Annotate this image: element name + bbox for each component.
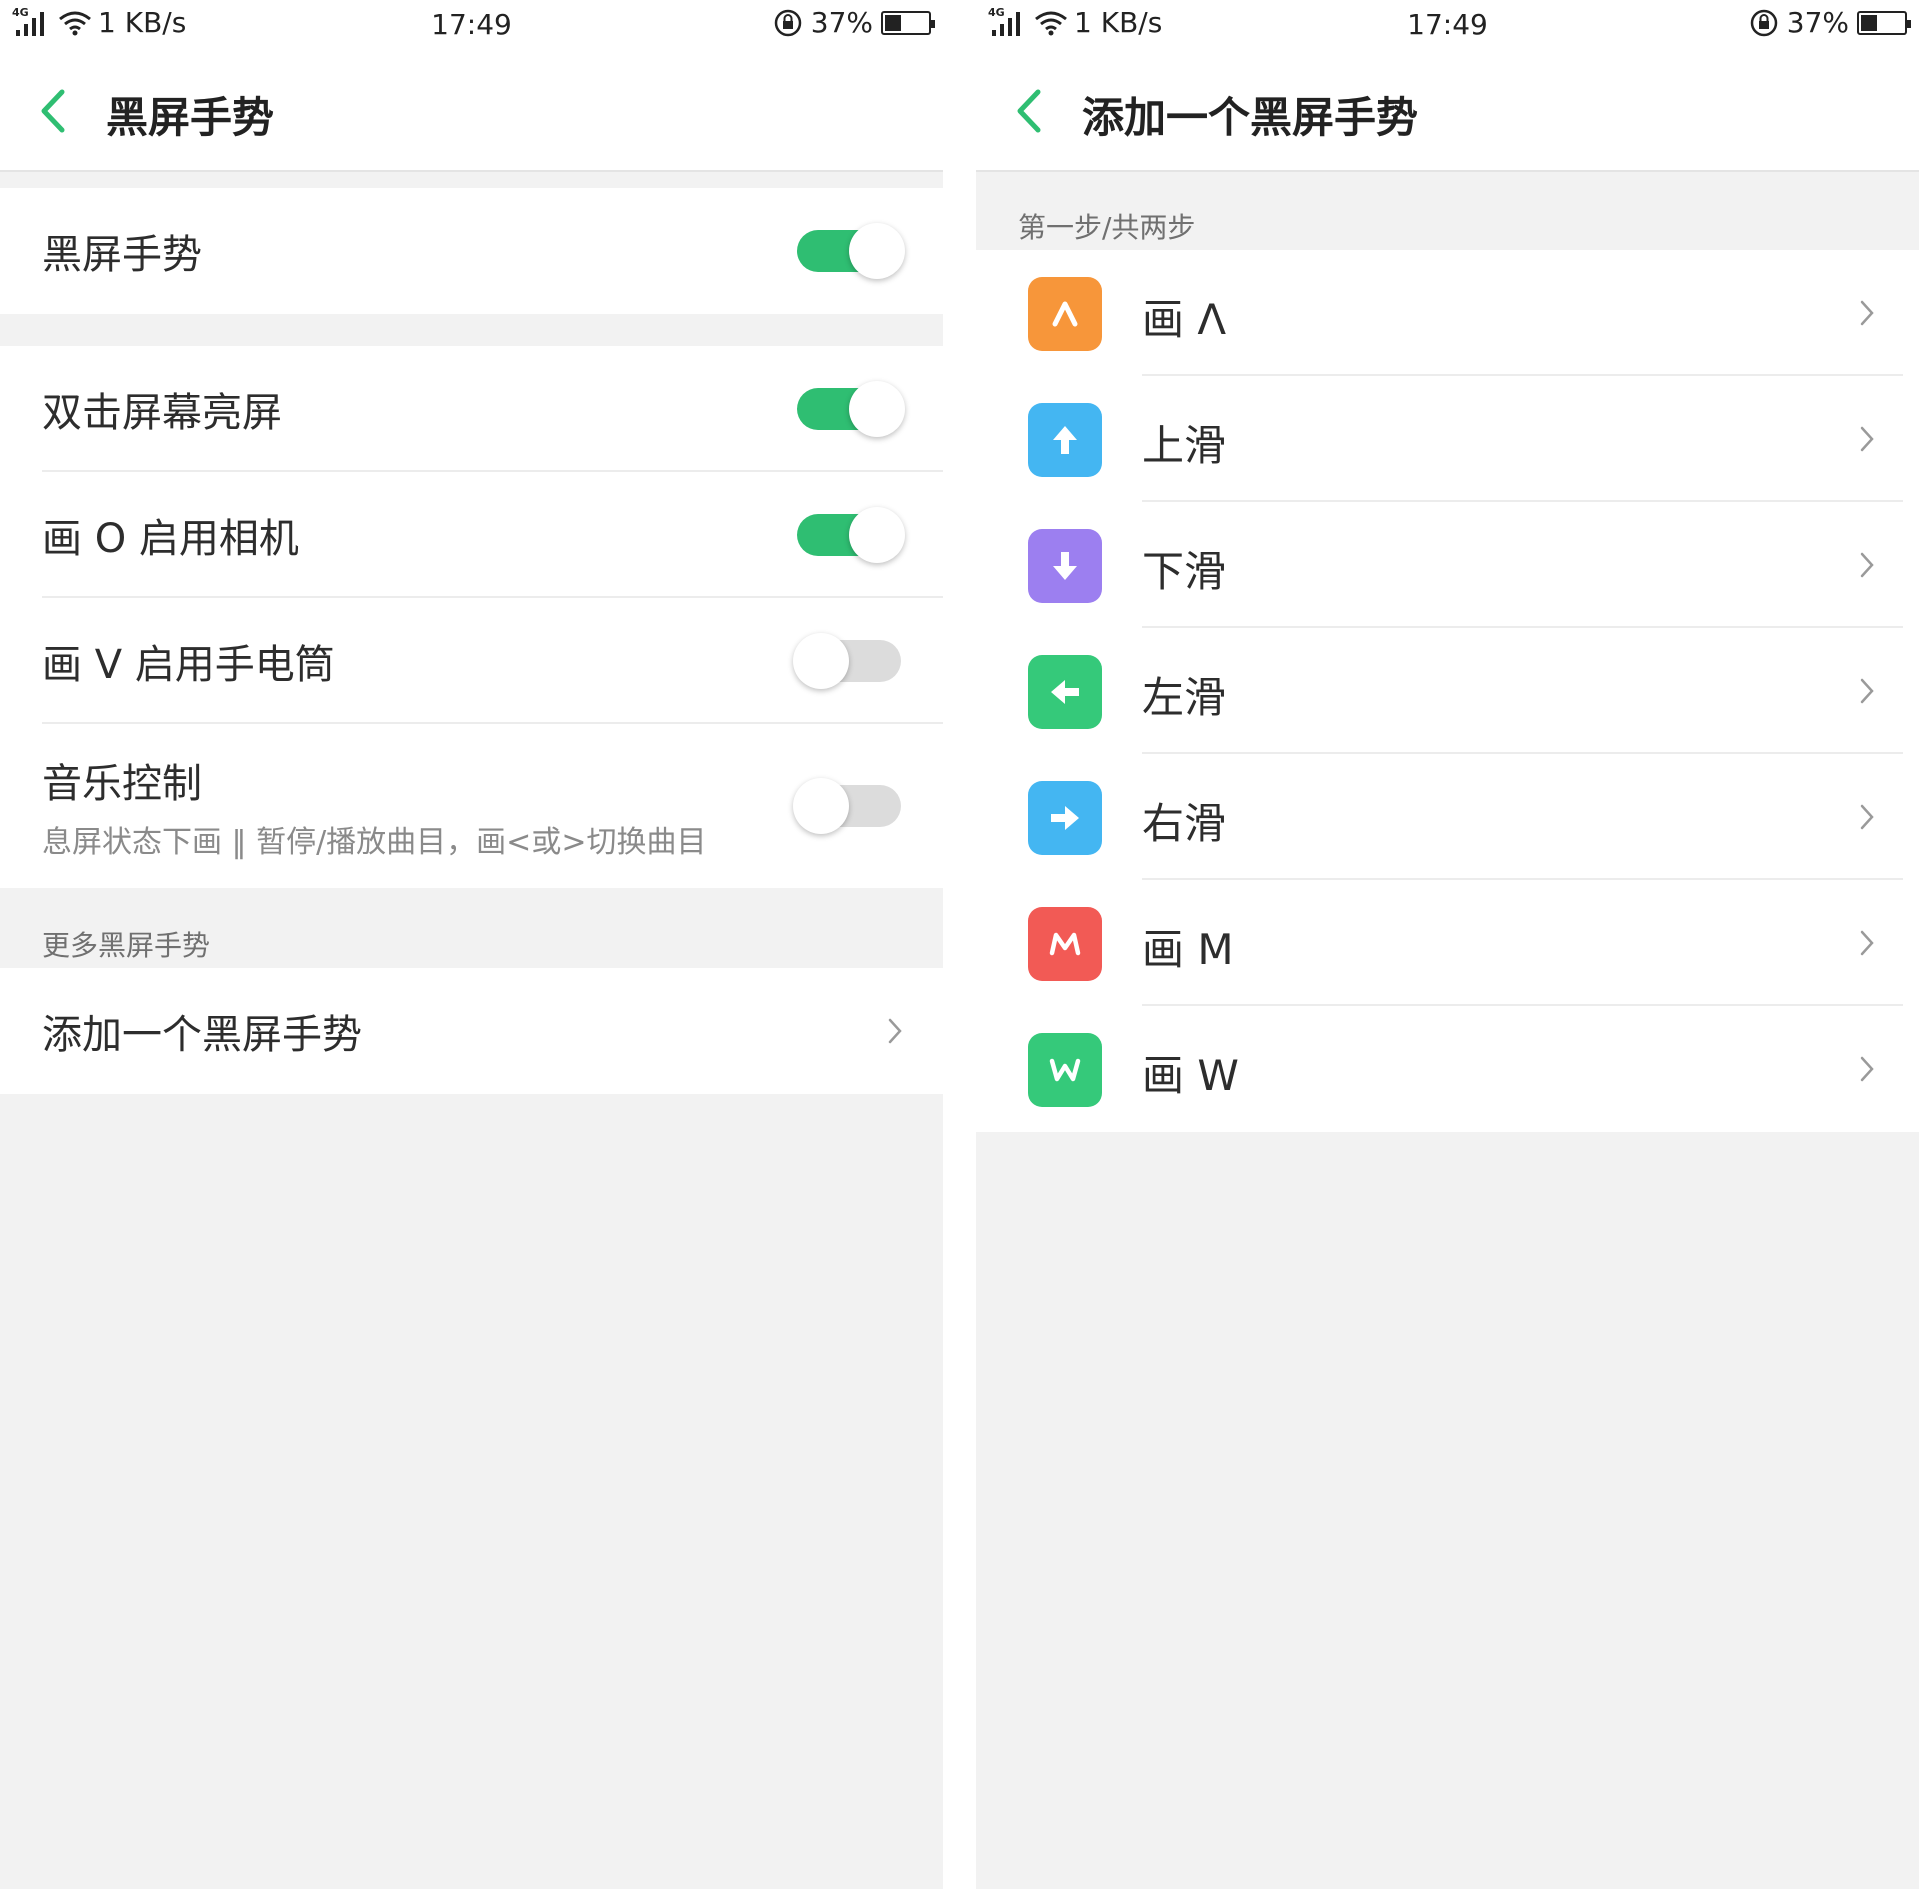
back-arrow-icon[interactable] xyxy=(34,86,74,136)
page-title: 黑屏手势 xyxy=(106,93,275,142)
gesture-item-draw-m[interactable]: 画 M xyxy=(976,880,1919,1006)
gesture-label: 右滑 xyxy=(1142,799,1227,848)
gesture-settings-card: 双击屏幕亮屏 画 O 启用相机 画 V 启用手电筒 音乐控制 息屏状态下画 ‖ … xyxy=(0,346,943,888)
setting-sublabel: 息屏状态下画 ‖ 暂停/播放曲目，画<或>切换曲目 xyxy=(42,825,707,860)
master-toggle-card: 黑屏手势 xyxy=(0,188,943,314)
master-gesture-row[interactable]: 黑屏手势 xyxy=(0,188,943,314)
gesture-label: 下滑 xyxy=(1142,547,1227,596)
setting-row-music-control[interactable]: 音乐控制 息屏状态下画 ‖ 暂停/播放曲目，画<或>切换曲目 xyxy=(0,724,943,888)
music-control-toggle[interactable] xyxy=(793,778,901,834)
gesture-item-draw-w[interactable]: 画 W xyxy=(976,1006,1919,1132)
setting-row-draw-o[interactable]: 画 O 启用相机 xyxy=(0,472,943,598)
double-tap-toggle[interactable] xyxy=(797,381,905,437)
left-screen: 4G 1 KB/s 17:49 37% 黑屏手势 黑屏手势 双击屏幕亮屏 画 O… xyxy=(0,0,943,1889)
screen-divider xyxy=(943,0,976,1889)
add-gesture-card: 添加一个黑屏手势 xyxy=(0,968,943,1094)
setting-label: 音乐控制 xyxy=(42,761,202,807)
status-bar-right: 37% xyxy=(1749,6,1911,39)
gesture-item-swipe-up[interactable]: 上滑 xyxy=(976,376,1919,502)
arrow-down-icon xyxy=(1028,529,1102,603)
setting-label: 画 O 启用相机 xyxy=(42,516,299,562)
arrow-up-icon xyxy=(1028,403,1102,477)
setting-row-draw-v[interactable]: 画 V 启用手电筒 xyxy=(0,598,943,724)
master-gesture-toggle[interactable] xyxy=(797,223,905,279)
chevron-right-icon xyxy=(1860,426,1874,452)
setting-row-double-tap[interactable]: 双击屏幕亮屏 xyxy=(0,346,943,472)
chevron-right-icon xyxy=(1860,930,1874,956)
app-header: 黑屏手势 xyxy=(0,48,943,172)
chevron-right-icon xyxy=(1860,552,1874,578)
music-control-text: 音乐控制 息屏状态下画 ‖ 暂停/播放曲目，画<或>切换曲目 xyxy=(42,751,706,861)
more-gestures-header: 更多黑屏手势 xyxy=(42,929,211,962)
battery-icon xyxy=(881,10,935,35)
gesture-item-caret[interactable]: 画 Λ xyxy=(976,250,1919,376)
draw-o-toggle[interactable] xyxy=(797,507,905,563)
gesture-item-swipe-left[interactable]: 左滑 xyxy=(976,628,1919,754)
chevron-right-icon xyxy=(1860,300,1874,326)
letter-m-icon xyxy=(1028,907,1102,981)
back-arrow-icon[interactable] xyxy=(1010,86,1050,136)
battery-percent: 37% xyxy=(1786,6,1849,39)
draw-v-toggle[interactable] xyxy=(793,633,901,689)
gesture-label: 画 M xyxy=(1142,925,1234,974)
arrow-right-icon xyxy=(1028,781,1102,855)
right-screen: 4G 1 KB/s 17:49 37% 添加一个黑屏手势 第一步/共两步 画 Λ… xyxy=(976,0,1919,1889)
page-title: 添加一个黑屏手势 xyxy=(1082,93,1419,142)
step-indicator: 第一步/共两步 xyxy=(1018,211,1196,244)
gesture-label: 画 Λ xyxy=(1142,295,1227,344)
battery-icon xyxy=(1857,10,1911,35)
arrow-left-icon xyxy=(1028,655,1102,729)
setting-label: 双击屏幕亮屏 xyxy=(42,390,282,436)
gesture-list: 画 Λ 上滑 下滑 左滑 右滑 画 M 画 W xyxy=(976,250,1919,1132)
gesture-label: 上滑 xyxy=(1142,421,1227,470)
gesture-label: 画 W xyxy=(1142,1051,1239,1100)
gesture-label: 左滑 xyxy=(1142,673,1227,722)
battery-percent: 37% xyxy=(810,6,873,39)
master-gesture-label: 黑屏手势 xyxy=(42,232,202,278)
status-bar-right: 37% xyxy=(773,6,935,39)
chevron-right-icon xyxy=(1860,1056,1874,1082)
setting-label: 画 V 启用手电筒 xyxy=(42,642,335,688)
status-bar: 4G 1 KB/s 17:49 37% xyxy=(976,0,1919,48)
letter-w-icon xyxy=(1028,1033,1102,1107)
gesture-item-swipe-down[interactable]: 下滑 xyxy=(976,502,1919,628)
rotation-lock-icon xyxy=(774,9,802,36)
chevron-right-icon xyxy=(1860,678,1874,704)
chevron-right-icon xyxy=(1860,804,1874,830)
add-gesture-label: 添加一个黑屏手势 xyxy=(42,1012,362,1058)
rotation-lock-icon xyxy=(1750,9,1778,36)
status-bar: 4G 1 KB/s 17:49 37% xyxy=(0,0,943,48)
gesture-item-swipe-right[interactable]: 右滑 xyxy=(976,754,1919,880)
caret-up-icon xyxy=(1028,277,1102,351)
app-header: 添加一个黑屏手势 xyxy=(976,48,1919,172)
add-gesture-row[interactable]: 添加一个黑屏手势 xyxy=(0,968,943,1094)
chevron-right-icon xyxy=(888,1018,902,1044)
